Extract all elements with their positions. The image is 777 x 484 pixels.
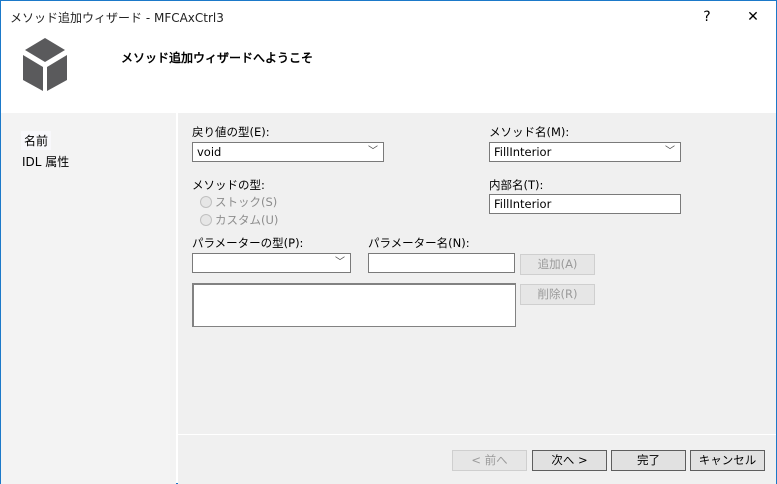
nav-item-idl-attributes[interactable]: IDL 属性 [19,152,72,171]
method-type-label: メソッドの型: [192,178,265,192]
chevron-down-icon: ﹀ [665,146,675,157]
parameter-list[interactable] [192,283,516,327]
form-pane: 戻り値の型(E): void ﹀ メソッド名(M): FillInterior ﹀ … [178,113,776,434]
return-type-label: 戻り値の型(E): [192,125,270,139]
close-button[interactable]: ✕ [730,1,776,33]
header-title: メソッド追加ウィザードへようこそ [121,51,314,65]
method-name-value: FillInterior [494,145,552,159]
back-button[interactable]: < 前へ [452,450,527,471]
param-type-label: パラメーターの型(P): [192,236,304,250]
cube-icon [23,38,67,91]
finish-button[interactable]: 完了 [611,450,686,471]
stock-radio[interactable]: ストック(S) [200,194,277,210]
return-type-combo[interactable]: void ﹀ [192,142,384,162]
chevron-down-icon: ﹀ [335,257,345,268]
radio-circle [200,214,212,226]
method-name-combo[interactable]: FillInterior ﹀ [489,142,681,162]
param-name-label: パラメーター名(N): [368,236,470,250]
stock-label: ストック(S) [215,195,278,209]
internal-name-input[interactable]: FillInterior [489,194,681,214]
custom-label: カスタム(U) [215,213,279,227]
help-button[interactable]: ? [684,1,730,33]
internal-name-label: 内部名(T): [489,178,544,192]
param-type-combo[interactable]: ﹀ [192,253,351,273]
wizard-window: メソッド追加ウィザード - MFCAxCtrl3 ? ✕ メソッド追加ウィザード… [0,0,777,484]
radio-circle [200,196,212,208]
window-title: メソッド追加ウィザード - MFCAxCtrl3 [10,11,224,25]
nav-item-name[interactable]: 名前 [21,131,52,150]
cancel-button[interactable]: キャンセル [690,450,765,471]
remove-button[interactable]: 削除(R) [520,284,595,305]
return-type-value: void [197,145,222,159]
next-button[interactable]: 次へ > [532,450,607,471]
footer: < 前へ 次へ > 完了 キャンセル [178,435,776,484]
title-bar: メソッド追加ウィザード - MFCAxCtrl3 ? ✕ [1,1,776,33]
method-name-label: メソッド名(M): [489,125,570,139]
param-name-input[interactable] [368,253,515,273]
nav-pane: 名前 IDL 属性 [1,113,176,484]
add-button[interactable]: 追加(A) [520,254,595,275]
custom-radio[interactable]: カスタム(U) [200,212,278,228]
chevron-down-icon: ﹀ [368,146,378,157]
